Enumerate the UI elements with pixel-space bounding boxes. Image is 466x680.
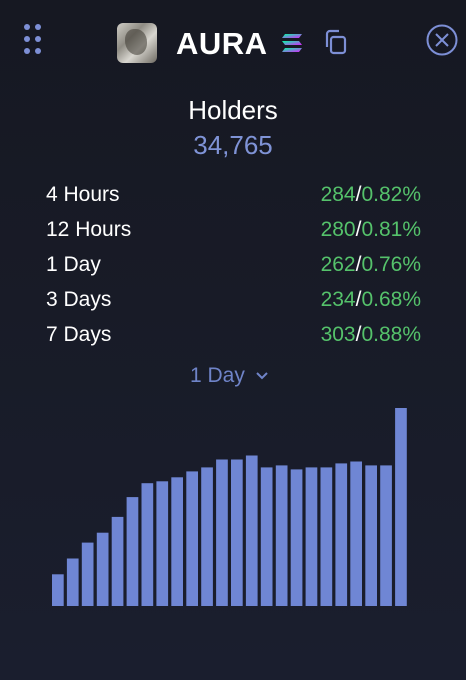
chart-bar <box>126 497 139 606</box>
change-count: 303 <box>320 323 356 346</box>
change-count: 284 <box>320 183 356 206</box>
chart-bar <box>66 558 79 606</box>
change-period-label: 7 Days <box>46 323 112 346</box>
change-count: 280 <box>320 218 356 241</box>
change-value: 234/0.68% <box>320 288 421 311</box>
close-icon[interactable] <box>426 24 458 56</box>
chevron-down-icon <box>256 372 268 380</box>
change-row-4h: 4 Hours 284/0.82% <box>46 180 421 215</box>
token-name: AURA <box>176 26 268 61</box>
chart-bar <box>81 542 94 606</box>
chart-bar <box>320 467 333 606</box>
holders-bar-chart <box>52 408 407 606</box>
chart-bar <box>171 477 183 606</box>
token-avatar <box>117 23 157 63</box>
chart-bar <box>380 465 392 606</box>
change-count: 234 <box>320 288 356 311</box>
change-percent: 0.68% <box>361 288 421 311</box>
chart-bar <box>52 574 64 606</box>
change-row-12h: 12 Hours 280/0.81% <box>46 215 421 250</box>
change-value: 262/0.76% <box>320 253 421 276</box>
chart-bar <box>141 483 154 606</box>
change-row-7d: 7 Days 303/0.88% <box>46 320 421 355</box>
period-dropdown-label: 1 Day <box>190 364 245 387</box>
change-period-label: 3 Days <box>46 288 112 311</box>
period-dropdown[interactable]: 1 Day <box>190 363 269 389</box>
change-value: 284/0.82% <box>320 183 421 206</box>
change-period-label: 4 Hours <box>46 183 120 206</box>
change-row-3d: 3 Days 234/0.68% <box>46 285 421 320</box>
header: AURA <box>0 0 466 86</box>
chart-bar <box>186 471 198 606</box>
chart-bar <box>231 459 243 606</box>
holders-count: 34,765 <box>193 130 273 160</box>
chart-bar <box>96 532 109 606</box>
change-count: 262 <box>320 253 356 276</box>
change-percent: 0.88% <box>361 323 421 346</box>
menu-dots-icon[interactable] <box>24 24 42 54</box>
chart-bar <box>335 463 348 606</box>
chart-bar <box>111 516 124 606</box>
change-percent: 0.82% <box>361 183 421 206</box>
chart-bar <box>290 469 303 606</box>
change-period-label: 12 Hours <box>46 218 132 241</box>
change-value: 280/0.81% <box>320 218 421 241</box>
chart-bar <box>156 481 169 606</box>
chart-bar <box>395 408 407 606</box>
change-value: 303/0.88% <box>320 323 421 346</box>
chart-bar <box>305 467 318 606</box>
chart-bar <box>365 465 377 606</box>
chart-bar <box>201 467 213 606</box>
solana-icon <box>282 34 302 52</box>
chart-bar <box>350 461 362 606</box>
chart-bar <box>275 465 288 606</box>
change-percent: 0.76% <box>361 253 421 276</box>
change-percent: 0.81% <box>361 218 421 241</box>
chart-bar <box>260 467 273 606</box>
change-period-label: 1 Day <box>46 253 101 276</box>
chart-bar <box>245 455 258 606</box>
copy-icon[interactable] <box>324 29 348 55</box>
chart-bar <box>216 459 228 606</box>
holder-change-list: 4 Hours 284/0.82% 12 Hours 280/0.81% 1 D… <box>46 180 421 355</box>
change-row-1d: 1 Day 262/0.76% <box>46 250 421 285</box>
holders-title: Holders <box>188 95 278 125</box>
